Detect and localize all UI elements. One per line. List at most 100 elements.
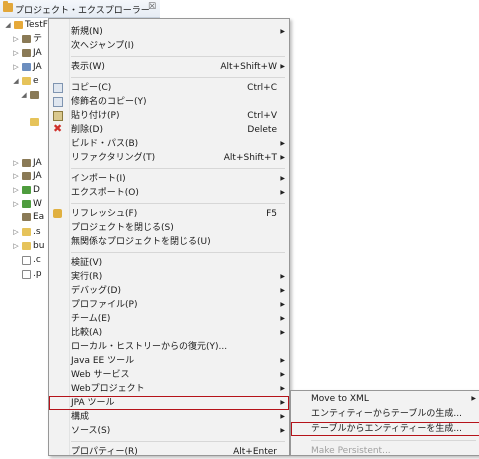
- tree-twisty-icon[interactable]: ▷: [12, 33, 20, 45]
- menu-item-label: ローカル・ヒストリーからの復元(Y)...: [71, 342, 228, 352]
- tree-item-label: テ: [33, 34, 43, 44]
- menu-item-label: Java EE ツール: [71, 356, 135, 366]
- menu-item[interactable]: 表示(W) Alt+Shift+W ▶: [49, 60, 289, 74]
- tree-item-label: e: [33, 76, 39, 86]
- menu-item[interactable]: プロジェクトを閉じる(S): [49, 221, 289, 235]
- menu-item-label: 次へジャンプ(I): [71, 41, 134, 51]
- menu-item-label: Webプロジェクト: [71, 384, 145, 394]
- menu-item[interactable]: ✖ 削除(D) Delete: [49, 123, 289, 137]
- tree-item-label: JA: [33, 48, 42, 58]
- menu-item[interactable]: 新規(N) ▶: [49, 25, 289, 39]
- close-icon[interactable]: ☒: [148, 2, 156, 12]
- tree-twisty-icon[interactable]: ▷: [12, 47, 20, 59]
- menu-item-shortcut: Alt+Enter: [233, 447, 277, 457]
- menu-item[interactable]: チーム(E) ▶: [49, 312, 289, 326]
- tree-item-label: TestF: [25, 20, 48, 30]
- submenu-arrow-icon: ▶: [471, 395, 476, 402]
- menu-item-label: プロパティー(R): [71, 447, 138, 457]
- submenu-arrow-icon: ▶: [280, 154, 285, 161]
- tree-twisty-icon[interactable]: ◢: [20, 89, 28, 101]
- menu-item[interactable]: 構成 ▶: [49, 410, 289, 424]
- menu-item[interactable]: インポート(I) ▶: [49, 172, 289, 186]
- menu-item[interactable]: ソース(S) ▶: [49, 424, 289, 438]
- tree-item-label: JA: [33, 62, 42, 72]
- tree-item-label: bu: [33, 241, 45, 251]
- menu-item[interactable]: ローカル・ヒストリーからの復元(Y)...: [49, 340, 289, 354]
- menu-item-label: JPA ツール: [71, 398, 115, 408]
- menu-item-label: ソース(S): [71, 426, 111, 436]
- tree-twisty-icon[interactable]: ▷: [12, 157, 20, 169]
- tree-item-label: Ea: [33, 212, 45, 222]
- copy-icon: [53, 83, 63, 93]
- menu-item[interactable]: Java EE ツール ▶: [49, 354, 289, 368]
- menu-item[interactable]: 比較(A) ▶: [49, 326, 289, 340]
- menu-item-label: コピー(C): [71, 83, 112, 93]
- menu-item[interactable]: デバッグ(D) ▶: [49, 284, 289, 298]
- tree-item-label: D: [33, 185, 40, 195]
- submenu-arrow-icon: ▶: [280, 427, 285, 434]
- tree-twisty-icon[interactable]: ▷: [12, 240, 20, 252]
- submenu-arrow-icon: ▶: [280, 315, 285, 322]
- file-icon: [22, 256, 31, 265]
- submenu-item[interactable]: テーブルからエンティティーを生成...: [291, 422, 479, 436]
- menu-item[interactable]: コピー(C) Ctrl+C: [49, 81, 289, 95]
- menu-item[interactable]: 貼り付け(P) Ctrl+V: [49, 109, 289, 123]
- menu-item-label: プロジェクトを閉じる(S): [71, 223, 174, 233]
- menu-item-shortcut: Alt+Shift+T: [223, 153, 277, 163]
- project-icon: [14, 21, 23, 29]
- menu-item-label: テーブルからエンティティーを生成...: [311, 424, 462, 434]
- menu-item-label: 比較(A): [71, 328, 103, 338]
- submenu-arrow-icon: ▶: [280, 329, 285, 336]
- menu-item-label: インポート(I): [71, 174, 126, 184]
- submenu-item[interactable]: エンティティーからテーブルの生成...: [291, 407, 479, 421]
- lib-icon: [22, 35, 31, 43]
- lib-icon: [30, 91, 39, 99]
- menu-item[interactable]: 次へジャンプ(I): [49, 39, 289, 53]
- menu-item[interactable]: プロファイル(P) ▶: [49, 298, 289, 312]
- folder-icon: [22, 242, 31, 250]
- menu-item[interactable]: リファクタリング(T) Alt+Shift+T ▶: [49, 151, 289, 165]
- tree-twisty-icon[interactable]: ▷: [12, 226, 20, 238]
- menu-item-label: リフレッシュ(F): [71, 209, 138, 219]
- tree-twisty-icon[interactable]: ▷: [12, 198, 20, 210]
- menu-separator: [71, 203, 285, 204]
- tree-twisty-icon[interactable]: ◢: [12, 75, 20, 87]
- submenu-arrow-icon: ▶: [280, 189, 285, 196]
- tree-twisty-icon[interactable]: ◢: [4, 19, 12, 31]
- menu-separator: [71, 56, 285, 57]
- menu-item[interactable]: Webプロジェクト ▶: [49, 382, 289, 396]
- menu-item-shortcut: F5: [266, 209, 277, 219]
- green-icon: [22, 200, 31, 208]
- menu-item-label: 貼り付け(P): [71, 111, 120, 121]
- menu-item-shortcut: Ctrl+V: [247, 111, 277, 121]
- menu-item-label: リファクタリング(T): [71, 153, 156, 163]
- file-icon: [22, 270, 31, 279]
- menu-item-label: デバッグ(D): [71, 286, 121, 296]
- view-tab[interactable]: プロジェクト・エクスプローラー ☒: [0, 0, 160, 18]
- tree-twisty-icon[interactable]: ▷: [12, 170, 20, 182]
- menu-item[interactable]: 無関係なプロジェクトを閉じる(U): [49, 235, 289, 249]
- tree-twisty-icon[interactable]: ▷: [12, 184, 20, 196]
- menu-item[interactable]: ビルド・パス(B) ▶: [49, 137, 289, 151]
- menu-item-label: エクスポート(O): [71, 188, 139, 198]
- menu-item[interactable]: リフレッシュ(F) F5: [49, 207, 289, 221]
- menu-separator: [71, 77, 285, 78]
- menu-item-label: 無関係なプロジェクトを閉じる(U): [71, 237, 211, 247]
- menu-item-label: 新規(N): [71, 27, 103, 37]
- menu-item-label: Web サービス: [71, 370, 130, 380]
- tree-twisty-icon[interactable]: ▷: [12, 61, 20, 73]
- menu-item[interactable]: エクスポート(O) ▶: [49, 186, 289, 200]
- menu-item[interactable]: Web サービス ▶: [49, 368, 289, 382]
- submenu-item[interactable]: Move to XML ▶: [291, 392, 479, 406]
- delete-icon: ✖: [53, 122, 63, 135]
- submenu-arrow-icon: ▶: [280, 357, 285, 364]
- lib-icon: [22, 159, 31, 167]
- menu-separator: [311, 440, 476, 441]
- lib-icon: [22, 49, 31, 57]
- menu-item[interactable]: プロパティー(R) Alt+Enter: [49, 445, 289, 459]
- menu-item[interactable]: 検証(V): [49, 256, 289, 270]
- menu-item[interactable]: JPA ツール ▶: [49, 396, 289, 410]
- menu-separator: [71, 441, 285, 442]
- menu-item[interactable]: 実行(R) ▶: [49, 270, 289, 284]
- menu-item[interactable]: 修飾名のコピー(Y): [49, 95, 289, 109]
